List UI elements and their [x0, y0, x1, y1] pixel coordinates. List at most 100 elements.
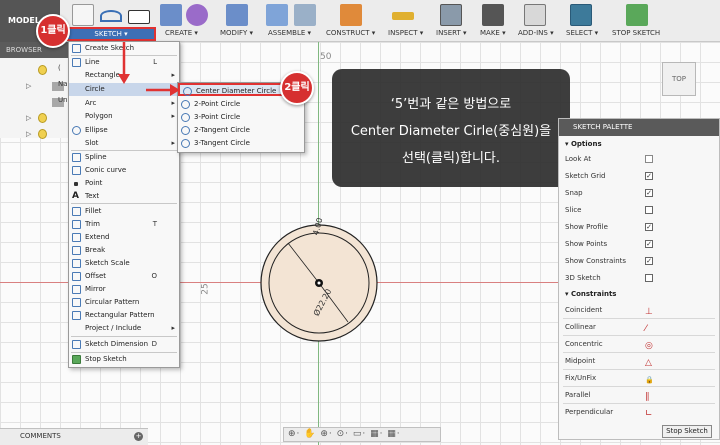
menu-item-break[interactable]: Break [69, 244, 179, 257]
constraint-coincident[interactable]: Coincident ⊥ [565, 302, 715, 318]
joint-icon[interactable] [266, 4, 288, 26]
option-show-points[interactable]: Show Points ✓ [565, 236, 715, 252]
palette-header[interactable]: SKETCH PALETTE [559, 119, 719, 136]
measure-icon[interactable] [392, 12, 414, 20]
select-menu[interactable]: SELECT ▾ [566, 29, 598, 37]
browser-row[interactable]: ▷ Na [0, 78, 68, 94]
browser-row[interactable]: Un [0, 94, 68, 110]
menu-item-2-tangent-circle[interactable]: 2-Tangent Circle [178, 124, 304, 137]
visibility-bulb-icon[interactable] [38, 65, 47, 75]
expand-arrow-icon[interactable]: ▷ [26, 114, 31, 122]
menu-item-fillet[interactable]: Fillet [69, 205, 179, 218]
three-point-circle-icon [181, 113, 190, 122]
show-profile-checkbox[interactable]: ✓ [645, 223, 653, 231]
assemble-menu[interactable]: ASSEMBLE ▾ [268, 29, 311, 37]
snap-checkbox[interactable]: ✓ [645, 189, 653, 197]
stop-sketch-toolbar-button[interactable]: STOP SKETCH [612, 29, 660, 37]
3d-sketch-checkbox[interactable] [645, 274, 653, 282]
add-ins-menu[interactable]: ADD-INS ▾ [518, 29, 554, 37]
make-menu[interactable]: MAKE ▾ [480, 29, 506, 37]
dimension-icon [72, 340, 81, 349]
visibility-bulb-icon[interactable] [38, 129, 47, 139]
insert-menu[interactable]: INSERT ▾ [436, 29, 467, 37]
option-look-at[interactable]: Look At [565, 151, 715, 167]
extend-icon [72, 233, 81, 242]
sketch-circle[interactable] [258, 222, 380, 344]
undo-icon[interactable] [100, 10, 122, 22]
menu-item-text[interactable]: A Text [69, 190, 179, 203]
menu-item-spline[interactable]: Spline [69, 151, 179, 164]
perpendicular-icon[interactable]: ∟ [645, 406, 653, 422]
inspect-menu[interactable]: INSPECT ▾ [388, 29, 423, 37]
insert-image-icon[interactable] [440, 4, 462, 26]
step-1-callout: 1클릭 [36, 14, 70, 48]
stop-sketch-icon[interactable] [626, 4, 648, 26]
show-points-checkbox[interactable]: ✓ [645, 240, 653, 248]
menu-item-stop-sketch[interactable]: Stop Sketch [69, 353, 179, 366]
stop-sketch-button[interactable]: Stop Sketch [662, 425, 712, 438]
menu-item-trim[interactable]: Trim T [69, 218, 179, 231]
menu-item-circular-pattern[interactable]: Circular Pattern [69, 296, 179, 309]
option-3d-sketch[interactable]: 3D Sketch [565, 270, 715, 286]
scripts-icon[interactable] [524, 4, 546, 26]
expand-arrow-icon[interactable]: ▷ [26, 130, 31, 138]
joint-origin-icon[interactable] [294, 4, 316, 26]
browser-row[interactable]: ( [0, 62, 68, 78]
sketch-menu-tab[interactable]: SKETCH ▾ [66, 27, 156, 41]
add-comment-icon[interactable]: + [134, 432, 143, 441]
constraint-collinear[interactable]: Collinear ⁄ [565, 319, 715, 335]
menu-item-sketch-scale[interactable]: Sketch Scale [69, 257, 179, 270]
menu-item-offset[interactable]: Offset O [69, 270, 179, 283]
option-snap[interactable]: Snap ✓ [565, 185, 715, 201]
sphere-icon[interactable] [186, 4, 208, 26]
modify-icon[interactable] [226, 4, 248, 26]
construct-menu[interactable]: CONSTRUCT ▾ [326, 29, 375, 37]
constraint-perpendicular[interactable]: Perpendicular ∟ [565, 404, 715, 420]
show-constraints-checkbox[interactable]: ✓ [645, 257, 653, 265]
menu-item-3-point-circle[interactable]: 3-Point Circle [178, 111, 304, 124]
browser-row[interactable]: ▷ [0, 126, 68, 142]
comments-panel[interactable]: COMMENTS + [0, 428, 148, 445]
options-section-title[interactable]: ▾ Options [565, 140, 602, 148]
browser-panel: ( ▷ Na Un ▷ ▷ [0, 58, 68, 139]
navigation-bar[interactable]: ⊕· ✋ ⊕· ⊙· ▭· ▦· ▦· [283, 427, 441, 442]
sketch-grid-checkbox[interactable]: ✓ [645, 172, 653, 180]
menu-item-extend[interactable]: Extend [69, 231, 179, 244]
menu-item-mirror[interactable]: Mirror [69, 283, 179, 296]
printer-icon[interactable] [482, 4, 504, 26]
navigation-tools-icons[interactable]: ⊕· ✋ ⊕· ⊙· ▭· ▦· ▦· [288, 429, 401, 439]
menu-item-rectangular-pattern[interactable]: Rectangular Pattern [69, 309, 179, 322]
visibility-bulb-icon[interactable] [38, 113, 47, 123]
browser-row[interactable]: ▷ [0, 110, 68, 126]
constraints-section-title[interactable]: ▾ Constraints [565, 290, 616, 298]
slice-checkbox[interactable] [645, 206, 653, 214]
option-show-constraints[interactable]: Show Constraints ✓ [565, 253, 715, 269]
constraint-fix-unfix[interactable]: Fix/UnFix 🔒 [565, 370, 715, 386]
sketch-create-icon[interactable] [72, 4, 94, 26]
box-icon[interactable] [160, 4, 182, 26]
menu-item-sketch-dimension[interactable]: Sketch Dimension D [69, 338, 179, 351]
modify-menu[interactable]: MODIFY ▾ [220, 29, 253, 37]
two-tangent-circle-icon [181, 126, 190, 135]
create-menu[interactable]: CREATE ▾ [165, 29, 198, 37]
option-sketch-grid[interactable]: Sketch Grid ✓ [565, 168, 715, 184]
constraint-midpoint[interactable]: Midpoint △ [565, 353, 715, 369]
menu-item-ellipse[interactable]: Ellipse [69, 124, 179, 137]
option-show-profile[interactable]: Show Profile ✓ [565, 219, 715, 235]
menu-item-3-tangent-circle[interactable]: 3-Tangent Circle [178, 137, 304, 150]
look-at-icon[interactable] [645, 155, 653, 163]
menu-item-slot[interactable]: Slot ▸ [69, 137, 179, 150]
menu-item-project-include[interactable]: Project / Include ▸ [69, 322, 179, 335]
select-icon[interactable] [570, 4, 592, 26]
step-2-callout: 2클릭 [280, 71, 314, 105]
expand-arrow-icon[interactable]: ▷ [26, 82, 31, 90]
option-slice[interactable]: Slice [565, 202, 715, 218]
constraint-concentric[interactable]: Concentric ◎ [565, 336, 715, 352]
view-cube[interactable]: TOP [662, 62, 696, 96]
menu-item-point[interactable]: Point [69, 177, 179, 190]
rectangle-icon[interactable] [128, 10, 150, 24]
menu-item-conic-curve[interactable]: Conic curve [69, 164, 179, 177]
constraint-parallel[interactable]: Parallel ∥ [565, 387, 715, 403]
menu-item-polygon[interactable]: Polygon ▸ [69, 110, 179, 123]
plane-icon[interactable] [340, 4, 362, 26]
